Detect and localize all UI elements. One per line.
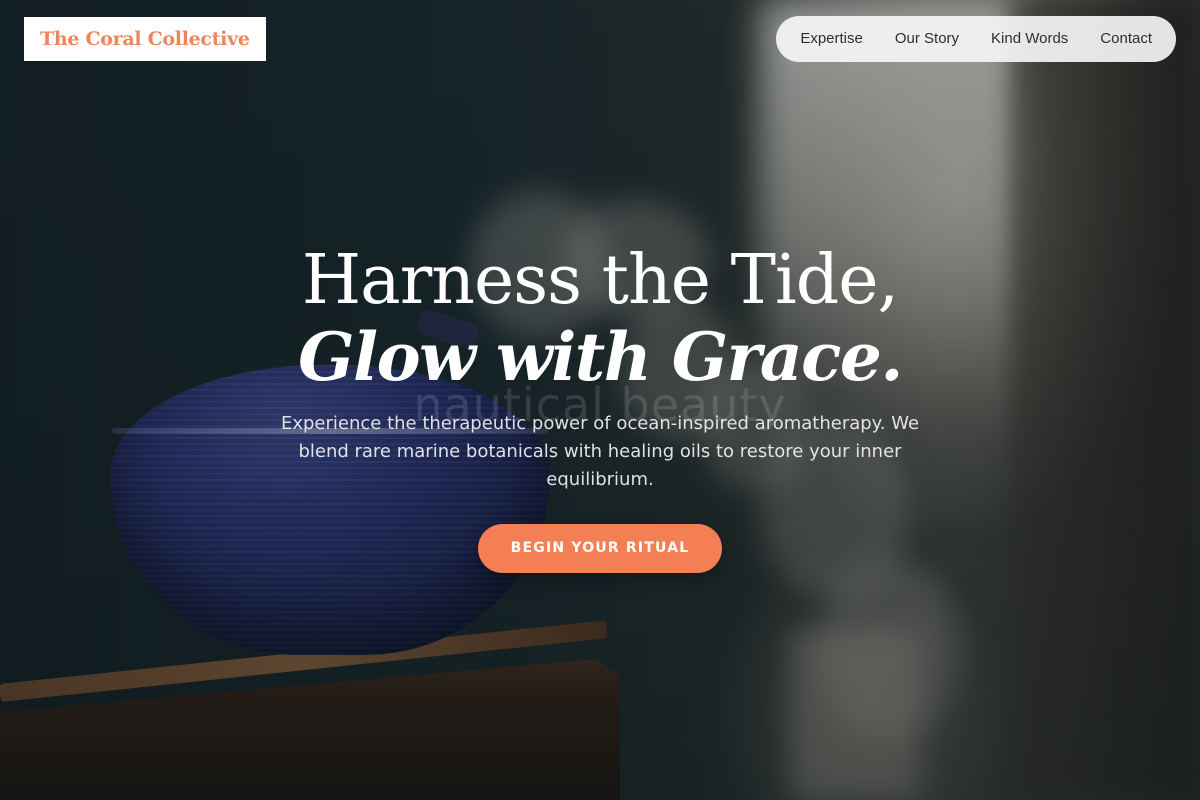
nav-item-kind-words[interactable]: Kind Words [975, 16, 1084, 62]
hero-content: nautical beauty Harness the Tide, Glow w… [0, 240, 1200, 573]
begin-ritual-button[interactable]: BEGIN YOUR RITUAL [478, 524, 722, 573]
nav-item-contact[interactable]: Contact [1084, 16, 1168, 62]
hero-subtitle: Experience the therapeutic power of ocea… [280, 413, 920, 490]
nav-item-our-story[interactable]: Our Story [879, 16, 975, 62]
hero-title-line1: Harness the Tide, [301, 241, 899, 320]
main-nav: Expertise Our Story Kind Words Contact [776, 16, 1176, 62]
nav-item-expertise[interactable]: Expertise [784, 16, 879, 62]
hero-title: Harness the Tide, Glow with Grace. [0, 240, 1200, 392]
brand-logo[interactable]: The Coral Collective [24, 17, 266, 61]
